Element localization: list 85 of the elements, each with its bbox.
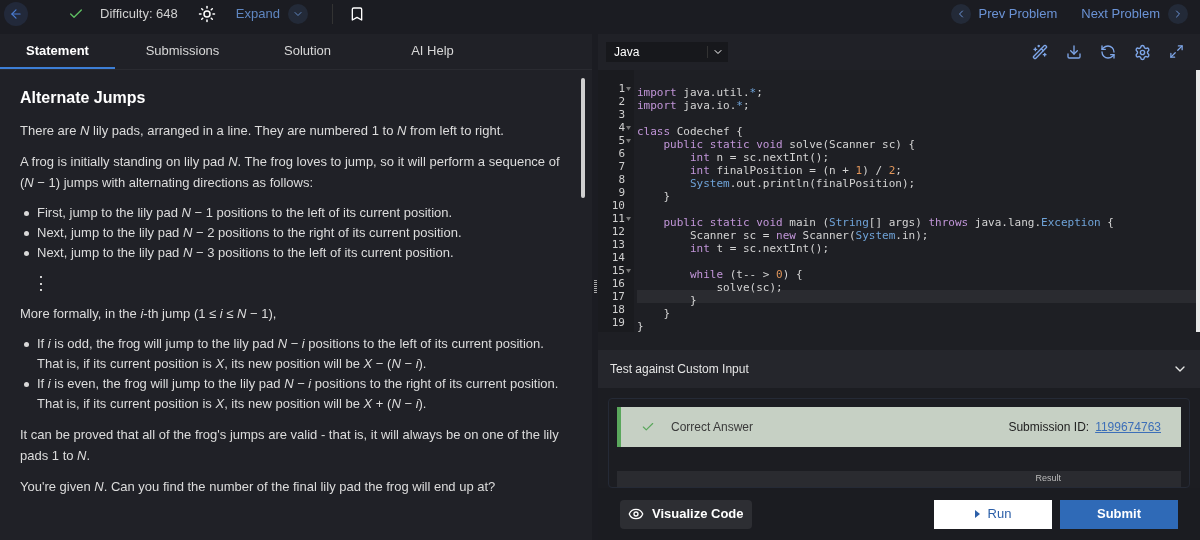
fold-icon[interactable] bbox=[626, 86, 631, 91]
line-number: 15 bbox=[611, 264, 625, 277]
bullet-icon bbox=[24, 342, 29, 347]
list-item: If i is even, the frog will jump to the lily pad N − i positions to the right of its current position. That is, if its current position is X, its new position will be X + (N − i). bbox=[37, 375, 560, 413]
prev-problem-button[interactable]: Prev Problem bbox=[950, 4, 1058, 24]
code-line: int finalPosition = (n + 1) / 2; bbox=[688, 164, 902, 177]
paragraph: More formally, in the i-th jump (1 ≤ i ≤ N − 1), bbox=[20, 305, 278, 323]
tab[interactable]: Statement bbox=[0, 34, 115, 69]
expand-icon[interactable] bbox=[1169, 43, 1184, 59]
column-header: Result bbox=[1035, 472, 1061, 486]
code-line: public static void solve(Scanner sc) { bbox=[662, 138, 916, 151]
code-line: solve(sc); bbox=[715, 281, 783, 294]
problem-title: Alternate Jumps bbox=[20, 88, 147, 108]
magic-wand-icon[interactable] bbox=[1032, 43, 1048, 60]
resize-handle[interactable] bbox=[593, 280, 597, 294]
fold-icon[interactable] bbox=[626, 268, 631, 273]
play-icon bbox=[974, 510, 980, 518]
back-icon bbox=[9, 7, 23, 21]
code-line: } bbox=[662, 307, 671, 320]
line-number: 18 bbox=[611, 303, 625, 316]
bullet-icon bbox=[24, 251, 29, 256]
code-line: import java.util.*; bbox=[637, 86, 763, 99]
list-item: Next, jump to the lily pad N − 3 positions to the left of its current position. bbox=[37, 244, 454, 262]
code-line: int t = sc.nextInt(); bbox=[688, 242, 830, 255]
code-line: System.out.println(finalPosition); bbox=[688, 177, 916, 190]
line-number: 10 bbox=[611, 199, 625, 212]
line-number: 12 bbox=[611, 225, 625, 238]
sun-icon[interactable] bbox=[197, 5, 216, 23]
line-number: 8 bbox=[618, 173, 625, 186]
check-icon bbox=[641, 420, 655, 434]
settings-icon[interactable] bbox=[1134, 43, 1151, 61]
line-number: 14 bbox=[611, 251, 625, 264]
verdict-text: Correct Answer bbox=[671, 419, 754, 436]
code-line: Scanner sc = new Scanner(System.in); bbox=[688, 229, 929, 242]
code-line: } bbox=[637, 320, 644, 332]
paragraph: There are N lily pads, arranged in a line. They are numbered 1 to N from left to right. bbox=[20, 122, 505, 140]
fold-icon[interactable] bbox=[626, 138, 631, 143]
bullet-icon bbox=[24, 231, 29, 236]
fold-icon[interactable] bbox=[626, 125, 631, 130]
reset-icon[interactable] bbox=[1100, 43, 1116, 60]
paragraph: You're given N. Can you find the number of the final lily pad the frog will end up at? bbox=[20, 478, 497, 496]
tab[interactable]: AI Help bbox=[375, 34, 490, 69]
line-number: 16 bbox=[611, 277, 625, 290]
bullet-icon bbox=[24, 211, 29, 216]
fold-icon[interactable] bbox=[626, 216, 631, 221]
custom-input-toggle[interactable]: Test against Custom Input bbox=[598, 350, 1200, 388]
code-line: while (t-- > 0) { bbox=[688, 268, 803, 281]
next-problem-button[interactable]: Next Problem bbox=[1081, 4, 1188, 24]
paragraph: A frog is initially standing on lily pad N. The frog loves to jump, so it will perform a sequence of (N − 1) jumps with alternating directions as follows: bbox=[20, 153, 561, 192]
ellipsis: ⋮ bbox=[32, 273, 50, 293]
tab[interactable]: Submissions bbox=[125, 34, 240, 69]
code-line: } bbox=[688, 294, 697, 307]
scrollbar-thumb[interactable] bbox=[581, 78, 585, 198]
expand-button[interactable]: Expand bbox=[235, 4, 308, 24]
paragraph: It can be proved that all of the frog's jumps are valid - that is, it will always be on one of the lily pads 1 to N. bbox=[20, 426, 560, 465]
code-line: int n = sc.nextInt(); bbox=[688, 151, 830, 164]
code-line: import java.io.*; bbox=[637, 99, 750, 112]
download-icon[interactable] bbox=[1066, 43, 1082, 60]
submission-id-label: Submission ID: bbox=[1008, 419, 1090, 436]
language-select[interactable]: Java bbox=[606, 42, 728, 62]
tab[interactable]: Solution bbox=[250, 34, 365, 69]
line-number: 19 bbox=[611, 316, 625, 329]
list-item: Next, jump to the lily pad N − 2 positions to the right of its current position. bbox=[37, 224, 462, 242]
line-number: 6 bbox=[618, 147, 625, 160]
line-number: 9 bbox=[618, 186, 625, 199]
line-number: 3 bbox=[618, 108, 625, 121]
line-number: 2 bbox=[618, 95, 625, 108]
eye-icon bbox=[628, 506, 644, 522]
bullet-icon bbox=[24, 382, 29, 387]
submit-button[interactable]: Submit bbox=[1060, 499, 1178, 529]
list-item: If i is odd, the frog will jump to the lily pad N − i positions to the left of its current position. That is, if its current position is X, its new position will be X − (N − i). bbox=[37, 335, 545, 373]
line-number: 4 bbox=[618, 121, 625, 134]
visualize-code-button[interactable]: Visualize Code bbox=[620, 499, 752, 529]
line-number: 17 bbox=[611, 290, 625, 303]
line-number: 1 bbox=[618, 82, 625, 95]
line-number: 13 bbox=[611, 238, 625, 251]
code-line: class Codechef { bbox=[637, 125, 743, 138]
line-number: 11 bbox=[611, 212, 625, 225]
list-item: First, jump to the lily pad N − 1 positions to the left of its current position. bbox=[37, 204, 453, 222]
code-line: public static void main (String[] args) throws java.lang.Exception { bbox=[662, 216, 1114, 229]
run-button[interactable]: Run bbox=[934, 499, 1052, 529]
difficulty-label: Difficulty: 648 bbox=[100, 5, 178, 24]
code-line: } bbox=[662, 190, 671, 203]
line-number: 7 bbox=[618, 160, 625, 173]
line-number: 5 bbox=[618, 134, 625, 147]
